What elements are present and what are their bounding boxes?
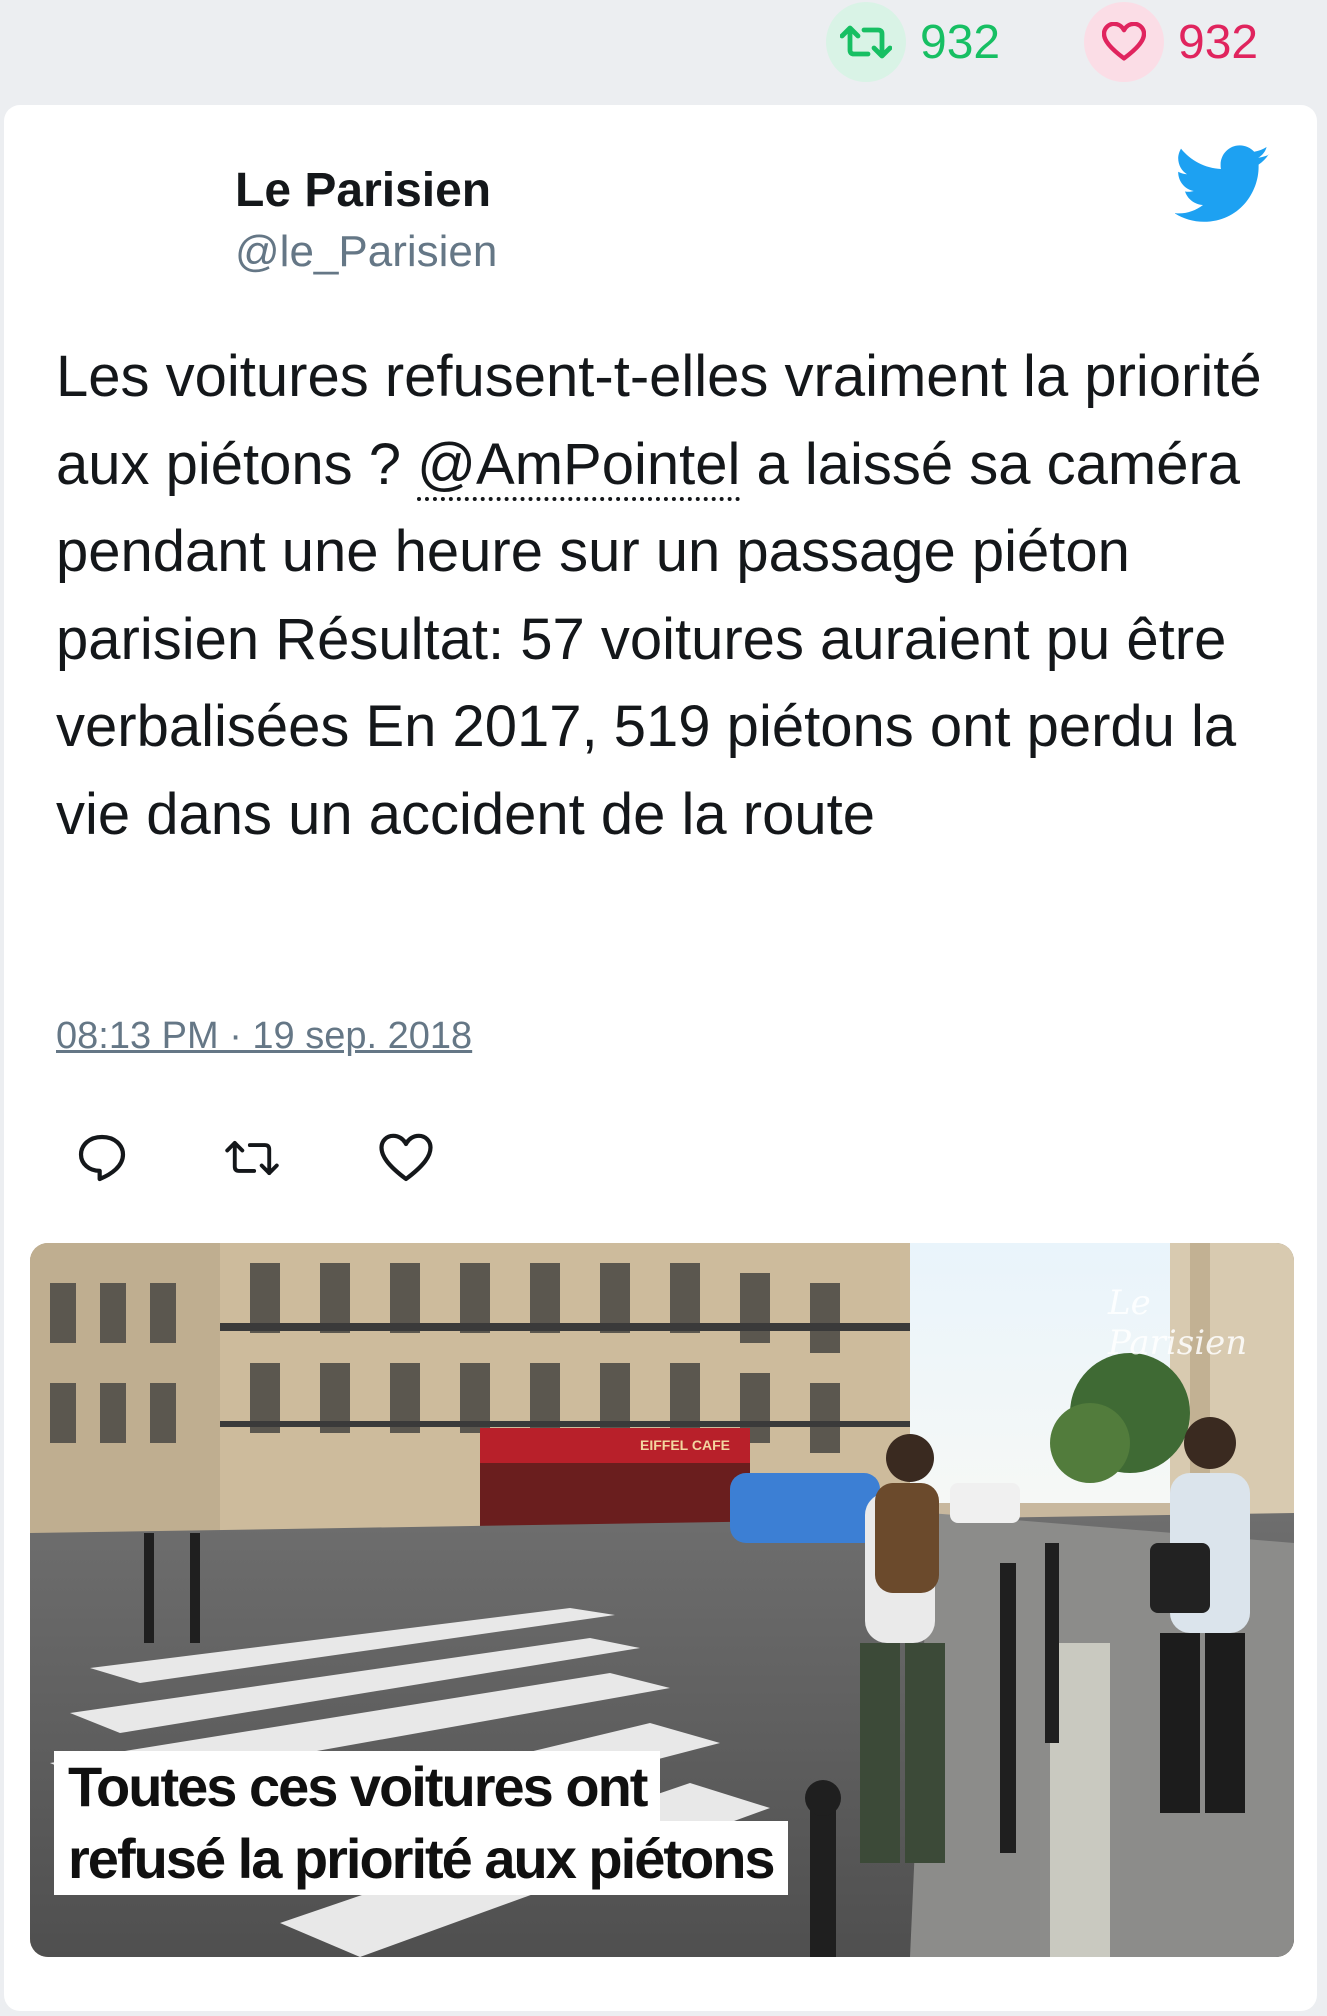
like-stat[interactable]: 932 bbox=[1084, 2, 1258, 82]
author-name[interactable]: Le Parisien bbox=[235, 163, 491, 218]
author-handle[interactable]: @le_Parisien bbox=[235, 227, 497, 277]
reply-icon[interactable] bbox=[74, 1130, 130, 1186]
cafe-sign-text: EIFFEL CAFE bbox=[640, 1437, 730, 1453]
video-caption-line2: refusé la priorité aux piétons bbox=[54, 1821, 788, 1895]
retweet-action-icon[interactable] bbox=[224, 1130, 280, 1186]
like-action-icon[interactable] bbox=[378, 1130, 434, 1186]
tweet-video-thumbnail[interactable]: EIFFEL CAFE Le Parisien Toutes ces voitu… bbox=[30, 1243, 1294, 1957]
watermark-logo: Le Parisien bbox=[1108, 1283, 1248, 1363]
retweet-icon[interactable] bbox=[826, 2, 906, 82]
mention-link[interactable]: @AmPointel bbox=[417, 431, 741, 501]
video-caption-line1: Toutes ces voitures ont bbox=[54, 1751, 661, 1821]
tweet-text: Les voitures refusent-t-elles vraiment l… bbox=[56, 333, 1296, 858]
like-count: 932 bbox=[1178, 15, 1259, 69]
heart-icon[interactable] bbox=[1084, 2, 1164, 82]
tweet-card: Le Parisien @le_Parisien Les voitures re… bbox=[4, 105, 1317, 2011]
retweet-stat[interactable]: 932 bbox=[826, 2, 1000, 82]
twitter-bird-icon[interactable] bbox=[1175, 145, 1271, 225]
tweet-timestamp[interactable]: 08:13 PM · 19 sep. 2018 bbox=[56, 1015, 472, 1058]
tweet-actions bbox=[4, 1130, 604, 1210]
retweet-count: 932 bbox=[920, 15, 1001, 69]
engagement-bar: 932 932 bbox=[0, 0, 1327, 100]
